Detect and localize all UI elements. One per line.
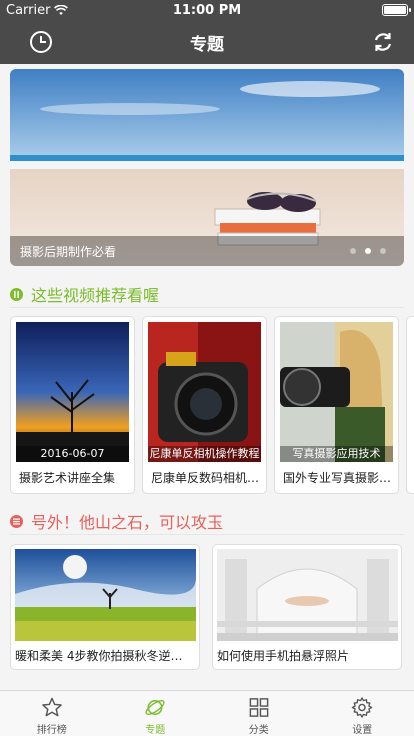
content-area[interactable]: 摄影后期制作必看 这些视频推荐看喔 2016-06-07 摄影艺术讲座全集 尼康… xyxy=(0,64,414,690)
video-card[interactable]: 尼康单反相机操作教程 尼康单反数码相机教程 xyxy=(142,316,267,494)
video-thumbnail: 2016-06-07 xyxy=(16,322,129,462)
history-button[interactable] xyxy=(28,29,54,55)
article-card[interactable]: 暖和柔美 4步教你拍摄秋冬逆光人像 xyxy=(10,544,200,670)
page-title: 专题 xyxy=(190,34,224,55)
video-thumbnail: 写真摄影应用技术 xyxy=(280,322,393,462)
tab-label: 排行榜 xyxy=(36,725,67,736)
video-thumbnail: 尼康单反相机操作教程 xyxy=(148,322,261,462)
planet-icon xyxy=(145,700,165,715)
page-indicator[interactable] xyxy=(350,248,386,254)
video-card[interactable]: 写真摄影应用技术 国外专业写真摄影教程 xyxy=(274,316,399,494)
video-thumbnail-image xyxy=(148,322,261,462)
article-title: 如何使用手机拍悬浮照片 xyxy=(217,649,350,663)
pause-icon xyxy=(10,287,23,301)
page-dot[interactable] xyxy=(350,248,356,254)
article-thumbnail-image xyxy=(15,549,196,641)
list-icon xyxy=(10,514,23,528)
section-videos-header: 这些视频推荐看喔 xyxy=(10,282,159,306)
video-title: 国外专业写真摄影教程 xyxy=(283,471,392,485)
clock-icon xyxy=(30,31,52,53)
status-bar: Carrier 11:00 PM xyxy=(0,0,414,20)
video-thumb-label: 2016-06-07 xyxy=(16,446,129,462)
article-card[interactable]: 如何使用手机拍悬浮照片 xyxy=(212,544,402,670)
video-thumb-label: 尼康单反相机操作教程 xyxy=(148,446,261,462)
article-thumbnail xyxy=(15,549,196,641)
video-title: 摄影艺术讲座全集 xyxy=(19,471,116,485)
refresh-button[interactable] xyxy=(370,29,396,55)
tab-categories[interactable]: 分类 xyxy=(207,691,311,736)
video-thumbnail-image xyxy=(16,322,129,462)
article-thumbnail-image xyxy=(217,549,398,641)
divider xyxy=(10,307,404,308)
video-card[interactable] xyxy=(406,316,414,494)
tab-label: 设置 xyxy=(352,725,373,736)
video-title: 尼康单反数码相机教程 xyxy=(151,471,260,485)
tab-ranking[interactable]: 排行榜 xyxy=(0,691,104,736)
tab-settings[interactable]: 设置 xyxy=(311,691,414,736)
video-thumb-label: 写真摄影应用技术 xyxy=(280,446,393,462)
gear-icon xyxy=(351,697,373,718)
article-title: 暖和柔美 4步教你拍摄秋冬逆光人像 xyxy=(15,649,193,663)
article-thumbnail xyxy=(217,549,398,641)
tab-topics[interactable]: 专题 xyxy=(104,691,208,736)
refresh-icon xyxy=(374,33,392,51)
tab-label: 专题 xyxy=(145,725,166,736)
divider xyxy=(10,534,404,535)
battery-level xyxy=(384,6,406,14)
section-videos-title: 这些视频推荐看喔 xyxy=(31,286,160,305)
star-icon xyxy=(41,697,62,717)
tab-label: 分类 xyxy=(248,725,269,736)
battery-icon xyxy=(382,4,411,16)
banner-carousel[interactable]: 摄影后期制作必看 xyxy=(10,69,404,266)
page-dot[interactable] xyxy=(380,248,386,254)
page-dot[interactable] xyxy=(365,248,371,254)
video-list[interactable]: 2016-06-07 摄影艺术讲座全集 尼康单反相机操作教程 尼康单反数码相机教… xyxy=(0,316,414,494)
video-thumbnail-image xyxy=(280,322,393,462)
nav-bar: 专题 xyxy=(0,20,414,64)
video-card[interactable]: 2016-06-07 摄影艺术讲座全集 xyxy=(10,316,135,494)
tab-bar: 排行榜 专题 分类 设置 xyxy=(0,690,414,736)
status-time: 11:00 PM xyxy=(172,2,242,18)
section-articles-title: 号外！他山之石，可以攻玉 xyxy=(31,513,224,532)
grid-icon xyxy=(249,698,269,717)
section-articles-header: 号外！他山之石，可以攻玉 xyxy=(10,509,223,533)
banner-caption: 摄影后期制作必看 xyxy=(10,236,404,266)
